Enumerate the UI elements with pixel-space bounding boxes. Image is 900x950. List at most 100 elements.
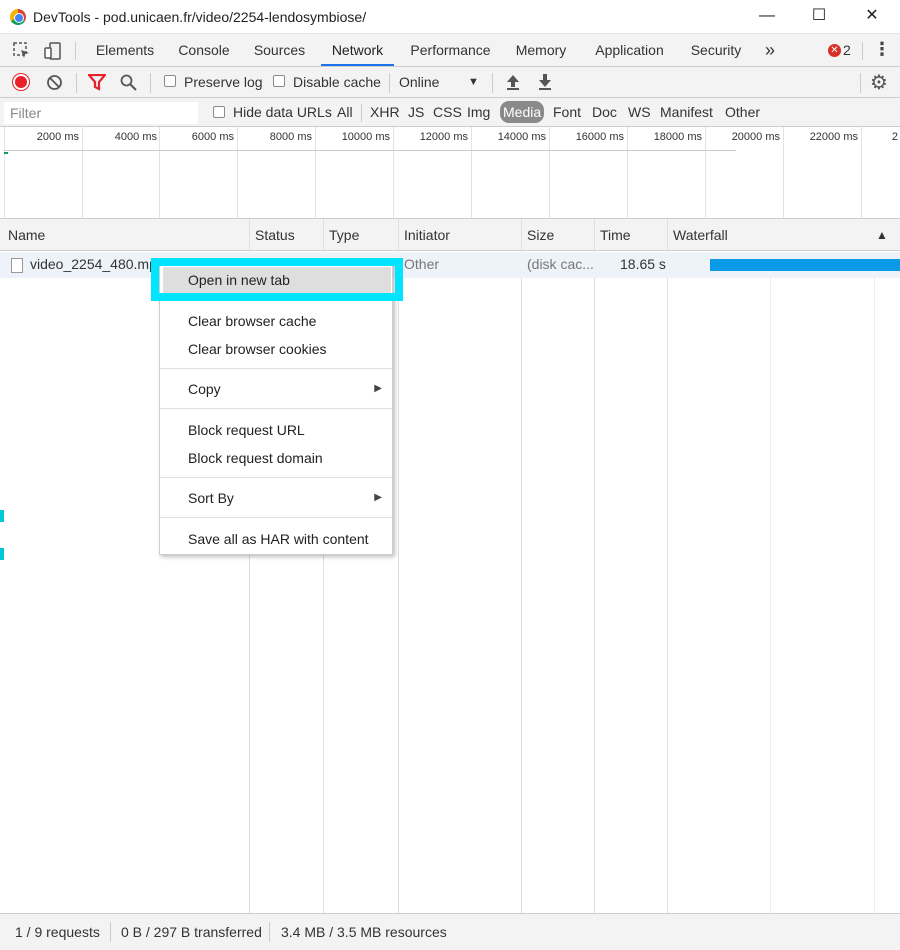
hide-data-urls-checkbox[interactable] [213,106,225,118]
grid-line [471,127,472,218]
tick-label: 20000 ms [731,131,780,143]
column-divider[interactable] [667,219,668,913]
grid-line [705,127,706,218]
tab-memory[interactable]: Memory [508,34,574,66]
column-divider[interactable] [521,219,522,913]
preserve-log-label[interactable]: Preserve log [184,74,263,90]
menu-item-block-request-url[interactable]: Block request URL [160,417,392,443]
tab-application[interactable]: Application [587,34,672,66]
filter-type-js[interactable]: JS [408,104,424,120]
overview-marker [4,152,8,154]
tick-label: 18000 ms [653,131,702,143]
filter-type-ws[interactable]: WS [628,104,651,120]
filter-bar: Hide data URLs All XHR JS CSS Img Media … [0,98,900,127]
device-toolbar-icon[interactable] [43,41,63,61]
menu-separator [160,517,392,518]
grid-line [159,127,160,218]
minimize-button[interactable]: — [752,4,782,30]
preserve-log-checkbox[interactable] [164,75,176,87]
column-divider[interactable] [594,219,595,913]
submenu-arrow-icon: ▶ [374,492,382,503]
menu-item-copy-label: Copy [188,381,221,397]
sort-ascending-icon[interactable]: ▲ [870,219,888,251]
edge-marker [0,510,4,522]
network-toolbar: Preserve log Disable cache Online ▼ ⚙ [0,67,900,98]
column-header-waterfall[interactable]: Waterfall [667,219,728,251]
inspect-element-icon[interactable] [12,41,32,61]
filter-icon[interactable] [88,74,106,91]
column-header-initiator[interactable]: Initiator [398,219,450,251]
status-divider [269,922,270,942]
tab-performance[interactable]: Performance [404,34,497,66]
chevron-down-icon[interactable]: ▼ [468,76,479,88]
waterfall-bar [710,259,900,271]
grid-line [4,127,5,218]
tab-security[interactable]: Security [684,34,748,66]
disable-cache-checkbox[interactable] [273,75,285,87]
filter-type-img[interactable]: Img [467,104,490,120]
more-options-icon[interactable]: ⋮ [873,39,891,60]
grid-line [315,127,316,218]
menu-item-clear-browser-cache[interactable]: Clear browser cache [160,308,392,334]
toolbar-divider [75,42,76,60]
tab-sources[interactable]: Sources [248,34,311,66]
title-bar: DevTools - pod.unicaen.fr/video/2254-len… [0,0,900,34]
filter-type-xhr[interactable]: XHR [370,104,400,120]
column-header-name[interactable]: Name [2,219,45,251]
more-tabs-button[interactable]: » [758,34,782,66]
hide-data-urls-label[interactable]: Hide data URLs [233,104,332,120]
throttling-select[interactable]: Online [399,74,439,90]
toolbar-divider [862,42,863,60]
filter-type-all[interactable]: All [337,104,353,120]
menu-item-block-request-domain[interactable]: Block request domain [160,445,392,471]
menu-item-copy[interactable]: Copy ▶ [160,376,392,402]
table-row[interactable]: video_2254_480.mp Other (disk cac... 18.… [0,252,900,278]
clear-icon[interactable] [46,74,63,91]
grid-line [627,127,628,218]
column-header-status[interactable]: Status [249,219,295,251]
filter-type-other[interactable]: Other [725,104,760,120]
tab-network[interactable]: Network [321,34,394,66]
column-header-type[interactable]: Type [323,219,359,251]
export-har-icon[interactable] [537,73,553,91]
maximize-button[interactable]: ☐ [804,4,834,30]
filter-input[interactable] [4,102,198,124]
column-divider[interactable] [398,219,399,913]
tab-console[interactable]: Console [172,34,236,66]
error-count[interactable]: 2 [843,42,851,58]
search-icon[interactable] [120,74,137,91]
menu-item-save-all-as-har[interactable]: Save all as HAR with content [160,526,392,552]
menu-item-clear-browser-cookies[interactable]: Clear browser cookies [160,336,392,362]
chrome-logo-icon [10,9,26,25]
disable-cache-label[interactable]: Disable cache [293,74,381,90]
column-header-time[interactable]: Time [594,219,631,251]
toolbar-divider [492,73,493,93]
grid-line [237,127,238,218]
grid-line [393,127,394,218]
filter-type-doc[interactable]: Doc [592,104,617,120]
filter-type-manifest[interactable]: Manifest [660,104,713,120]
timeline-overview[interactable]: 2000 ms 4000 ms 6000 ms 8000 ms 10000 ms… [0,127,900,219]
resources-size: 3.4 MB / 3.5 MB resources [281,924,447,940]
tab-elements[interactable]: Elements [90,34,160,66]
transferred-size: 0 B / 297 B transferred [121,924,262,940]
record-icon[interactable] [13,74,29,90]
window-title: DevTools - pod.unicaen.fr/video/2254-len… [33,9,367,25]
column-header-size[interactable]: Size [521,219,554,251]
error-icon[interactable]: ✕ [828,44,841,57]
toolbar-divider [389,73,390,93]
settings-gear-icon[interactable]: ⚙ [870,70,888,95]
devtools-tab-bar: Elements Console Sources Network Perform… [0,34,900,67]
request-count: 1 / 9 requests [15,924,100,940]
request-name[interactable]: video_2254_480.mp [30,256,157,272]
request-initiator: Other [404,256,440,272]
filter-type-css[interactable]: CSS [433,104,462,120]
filter-type-font[interactable]: Font [553,104,581,120]
close-button[interactable]: ✕ [857,4,887,30]
import-har-icon[interactable] [505,73,521,91]
tick-label: 10000 ms [341,131,390,143]
menu-item-sort-by[interactable]: Sort By ▶ [160,485,392,511]
grid-line [783,127,784,218]
menu-separator [160,477,392,478]
filter-type-media[interactable]: Media [500,101,545,123]
